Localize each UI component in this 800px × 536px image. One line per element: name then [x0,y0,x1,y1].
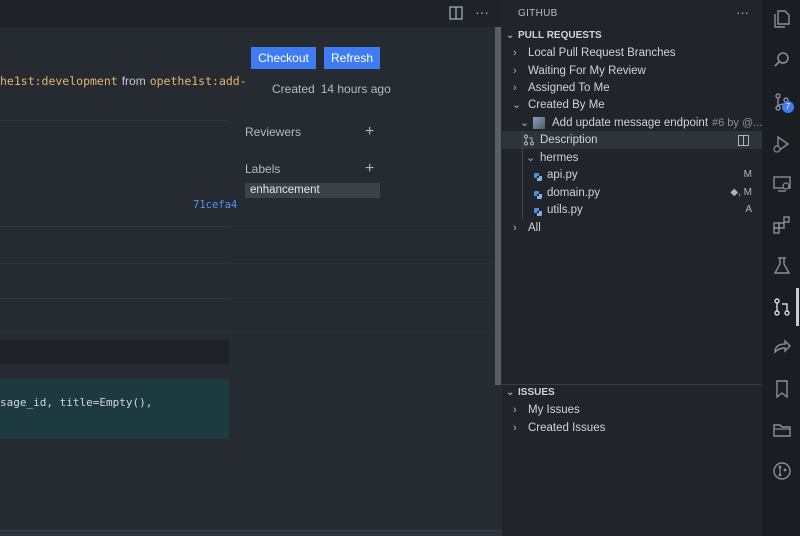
more-actions-icon[interactable]: ··· [475,4,489,20]
chevron-down-icon: ⌄ [526,152,536,164]
target-branch: opethe1st:add- [149,74,247,88]
add-label-icon[interactable]: + [365,161,374,177]
label-tag[interactable]: enhancement [245,183,380,198]
run-debug-icon[interactable] [772,134,792,154]
chevron-down-icon: ⌄ [506,387,515,398]
pr-waiting-review[interactable]: › Waiting For My Review [502,62,762,80]
pr-all[interactable]: › All [502,219,762,237]
github-sidebar: GITHUB ··· ⌄ PULL REQUESTS › Local Pull R… [502,0,762,536]
pr-local-branches[interactable]: › Local Pull Request Branches [502,44,762,62]
chevron-down-icon: ⌄ [506,30,515,41]
grid-line [229,226,502,227]
source-branch: he1st:development [0,74,118,88]
pr-title: Add update message endpoint [552,117,709,129]
row-divider [0,263,229,264]
python-file-icon [533,188,543,199]
issues-header[interactable]: ⌄ ISSUES [502,384,762,402]
chevron-right-icon: › [513,65,517,77]
file-api-py[interactable]: api.py M [502,166,762,184]
open-in-editor-icon[interactable] [738,135,749,146]
git-graph-icon[interactable] [772,461,792,481]
tree-indent-guide [522,131,523,219]
refresh-button[interactable]: Refresh [324,47,380,69]
sidebar-more-icon[interactable]: ··· [736,5,749,20]
code-block-header [0,340,229,364]
file-status: M [743,169,752,180]
pr-created-by-me[interactable]: ⌄ Created By Me [502,96,762,114]
code-line: sage_id, title=Empty(), [0,396,153,409]
folder-hermes[interactable]: ⌄ hermes [502,149,762,167]
code-added-block [0,379,229,439]
issues-created-issues[interactable]: › Created Issues [502,419,762,437]
extensions-icon[interactable] [772,215,792,235]
file-status: ◆, M [730,187,752,198]
created-label: Created [272,82,315,96]
chevron-down-icon: ⌄ [520,117,530,129]
checkout-button[interactable]: Checkout [251,47,316,69]
row-divider [0,226,229,227]
pull-requests-icon[interactable] [772,297,792,317]
chevron-down-icon: ⌄ [512,99,522,111]
active-view-indicator [796,288,799,326]
live-share-icon[interactable] [772,338,792,358]
editor-scrollbar-thumb[interactable] [495,27,501,385]
pull-requests-header[interactable]: ⌄ PULL REQUESTS [502,27,762,45]
row-divider [0,298,229,299]
section-divider [502,384,762,385]
file-utils-py[interactable]: utils.py A [502,201,762,219]
git-pull-request-icon [524,134,534,146]
editor-title-bar: ··· [0,0,502,27]
explorer-icon[interactable] [772,9,792,29]
bookmarks-icon[interactable] [772,379,792,399]
created-info: Created 14 hours ago [272,82,391,96]
chevron-right-icon: › [513,422,517,434]
search-icon[interactable] [772,50,792,70]
grid-line [229,298,502,299]
add-reviewer-icon[interactable]: + [365,124,374,140]
reviewers-label: Reviewers [245,125,302,139]
grid-line [229,331,502,332]
row-divider [0,331,229,332]
chevron-right-icon: › [513,47,517,59]
testing-icon[interactable] [772,256,792,276]
editor-area: ··· Checkout Refresh he1st:development fr… [0,0,502,536]
sidebar-title: GITHUB [518,8,558,19]
commit-hash-link[interactable]: 71cefa4 [193,199,237,211]
activity-bar: 7 [762,0,800,536]
author-avatar [533,117,545,129]
split-editor-icon[interactable] [449,6,463,20]
from-word: from [121,74,146,88]
folder-icon[interactable] [772,420,792,440]
chevron-right-icon: › [513,404,517,416]
grid-line [229,263,502,264]
chevron-right-icon: › [513,222,517,234]
app-window: ··· Checkout Refresh he1st:development fr… [0,0,800,536]
created-time: 14 hours ago [320,82,391,96]
branch-info: he1st:development from opethe1st:add- [0,74,247,88]
labels-label: Labels [245,162,281,176]
source-control-badge: 7 [782,101,794,113]
chevron-right-icon: › [513,82,517,94]
issues-my-issues[interactable]: › My Issues [502,401,762,419]
file-status: A [745,204,752,215]
horizontal-scrollbar[interactable] [0,530,502,536]
remote-explorer-icon[interactable] [772,174,792,194]
python-file-icon [533,205,543,216]
pr-meta: #6 by @... [712,117,763,129]
pr-assigned-to-me[interactable]: › Assigned To Me [502,79,762,97]
pr-description[interactable]: Description [502,131,762,149]
row-divider [0,120,229,121]
python-file-icon [533,170,543,181]
file-domain-py[interactable]: domain.py ◆, M [502,184,762,202]
